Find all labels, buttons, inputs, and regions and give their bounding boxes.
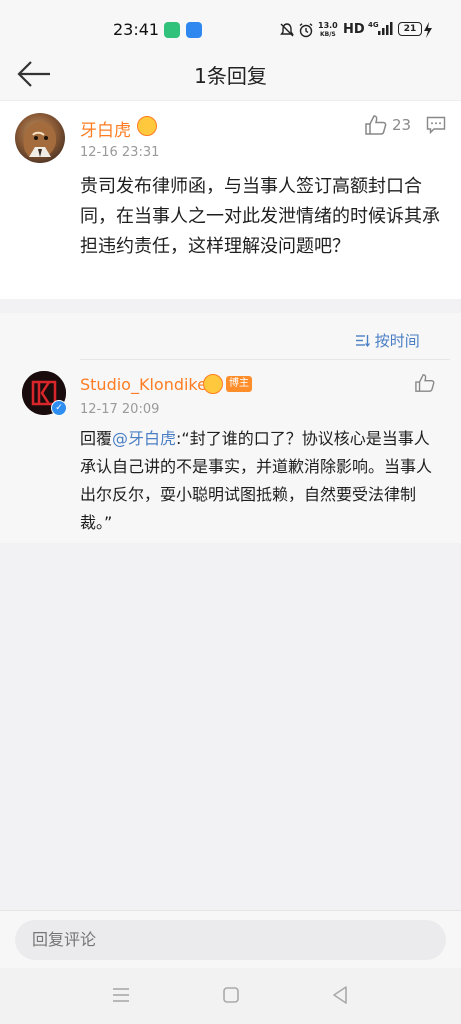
hd-indicator: HD xyxy=(343,22,365,37)
sort-icon xyxy=(356,335,370,347)
tiger-avatar-icon xyxy=(23,121,57,157)
comment-time: 12-16 23:31 xyxy=(80,145,160,160)
charging-icon xyxy=(424,22,432,38)
back-triangle-icon[interactable] xyxy=(329,984,351,1006)
reply-time: 12-17 20:09 xyxy=(80,402,160,417)
sort-label: 按时间 xyxy=(374,332,420,350)
verified-icon: ✓ xyxy=(51,400,67,416)
fan-badge-icon xyxy=(203,374,223,394)
alarm-icon xyxy=(299,23,313,38)
svg-text:4G: 4G xyxy=(368,21,379,29)
home-icon[interactable] xyxy=(220,984,242,1006)
sort-button[interactable]: 按时间 xyxy=(356,330,420,351)
page-title: 1条回复 xyxy=(194,64,267,88)
reply-author[interactable]: Studio_Klondike xyxy=(80,375,207,394)
avatar[interactable] xyxy=(15,113,65,163)
divider xyxy=(80,359,450,360)
4g-signal-icon: 4G xyxy=(368,21,393,35)
net-speed: 13.0 KB/S xyxy=(318,21,338,38)
battery-icon: 21 xyxy=(398,22,422,36)
thumbs-up-icon[interactable] xyxy=(364,114,388,136)
comment-author[interactable]: 牙白虎 xyxy=(80,116,131,141)
cloud-app-icon xyxy=(186,22,202,38)
fan-badge-icon xyxy=(137,116,157,136)
reply-input[interactable] xyxy=(15,920,446,960)
reply-prefix: 回覆 xyxy=(80,429,113,448)
like-count: 23 xyxy=(392,116,412,134)
status-time: 23:41 xyxy=(113,20,160,39)
mention-link[interactable]: @牙白虎 xyxy=(112,429,176,448)
mute-icon xyxy=(280,23,294,37)
author-tag: 博主 xyxy=(226,376,252,392)
menu-icon[interactable] xyxy=(110,984,132,1006)
comment-text: 贵司发布律师函，与当事人签订高额封口合同，在当事人之一对此发泄情绪的时候诉其承担… xyxy=(80,176,440,257)
comment-icon[interactable] xyxy=(426,116,446,134)
app-notification-icon xyxy=(164,22,180,38)
reply-text: 回覆@牙白虎:“封了谁的口了？协议核心是当事人承认自己讲的不是事实，并道歉消除影… xyxy=(80,425,440,537)
thumbs-up-icon[interactable] xyxy=(414,373,436,393)
